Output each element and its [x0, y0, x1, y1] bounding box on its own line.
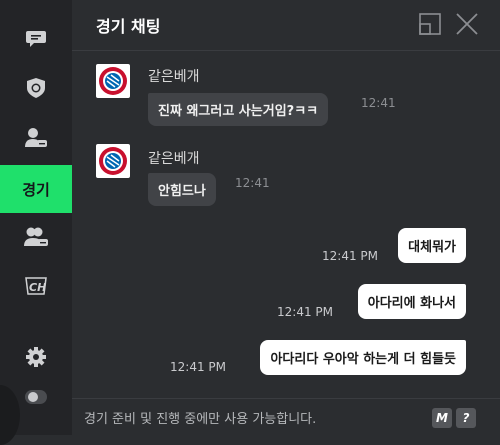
avatar[interactable] — [96, 64, 130, 98]
match-chat-window: 경기 CH 경기 채팅 같은베개 진짜 왜그러고 사는거임?ㅋㅋ 12:41 같… — [0, 0, 500, 445]
message-time: 12:41 PM — [277, 305, 333, 319]
shield-ball-icon — [27, 78, 45, 98]
sidebar-item-settings[interactable] — [0, 333, 72, 381]
message-bubble-outgoing: 아다리에 화나서 — [357, 284, 466, 319]
m-button[interactable]: M — [432, 408, 452, 428]
gear-icon — [26, 347, 46, 367]
sidebar-item-group[interactable] — [0, 213, 72, 261]
message-bubble-outgoing: 아다리다 우아악 하는게 더 힘들듯 — [260, 340, 466, 375]
page-title: 경기 채팅 — [96, 17, 161, 36]
message-time: 12:41 — [361, 96, 396, 110]
sidebar-item-club[interactable] — [0, 64, 72, 112]
sidebar-item-match[interactable]: 경기 — [0, 165, 72, 213]
sidebar-item-ch[interactable]: CH — [0, 262, 72, 310]
popout-icon — [419, 13, 441, 35]
sender-name: 같은베개 — [148, 69, 200, 85]
help-button[interactable]: ? — [456, 408, 476, 428]
sidebar: 경기 CH — [0, 0, 72, 445]
avatar[interactable] — [96, 144, 130, 178]
chat-header: 경기 채팅 — [72, 0, 500, 51]
group-chat-icon — [24, 227, 48, 246]
sender-name: 같은베개 — [148, 151, 200, 167]
toggle-icon — [28, 392, 38, 402]
sidebar-item-friend-chat[interactable] — [0, 114, 72, 162]
chat-main: 경기 채팅 같은베개 진짜 왜그러고 사는거임?ㅋㅋ 12:41 같은베개 안힘… — [72, 0, 500, 435]
fc-bayern-logo-icon — [99, 67, 127, 95]
user-chat-icon — [25, 128, 47, 147]
message-bubble-incoming: 안힘드나 — [148, 173, 216, 206]
message-time: 12:41 PM — [322, 249, 378, 263]
chat-bubble-icon — [26, 31, 46, 47]
message-bubble-outgoing: 대체뭐가 — [398, 228, 466, 263]
fc-bayern-logo-icon — [99, 147, 127, 175]
popout-button[interactable] — [418, 12, 442, 36]
sidebar-corner-decoration — [0, 385, 20, 445]
message-bubble-incoming: 진짜 왜그러고 사는거임?ㅋㅋ — [148, 93, 329, 126]
chat-footer: 경기 준비 및 진행 중에만 사용 가능합니다. M ? — [72, 398, 500, 436]
footer-notice: 경기 준비 및 진행 중에만 사용 가능합니다. — [84, 412, 317, 427]
message-time: 12:41 PM — [170, 360, 226, 374]
sidebar-item-label: 경기 — [22, 180, 50, 199]
message-time: 12:41 — [235, 176, 270, 190]
svg-text:CH: CH — [29, 281, 46, 294]
toggle-switch[interactable] — [25, 390, 47, 404]
sidebar-item-chat[interactable] — [0, 15, 72, 63]
ch-logo-icon: CH — [25, 277, 47, 295]
close-icon — [456, 13, 478, 35]
close-button[interactable] — [455, 12, 479, 36]
